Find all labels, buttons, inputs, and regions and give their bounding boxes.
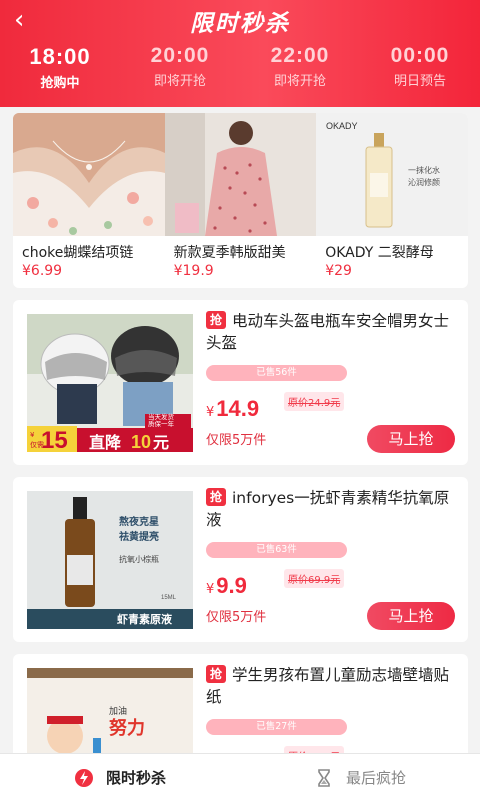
original-price: 原价69.9元 — [284, 569, 345, 588]
tab-slot-2200[interactable]: 22:00 即将开抢 — [240, 44, 360, 91]
tab-slot-2000[interactable]: 20:00 即将开抢 — [120, 44, 240, 91]
slot-time: 20:00 — [150, 44, 210, 67]
featured-item[interactable]: choke蝴蝶结项链 ¥6.99 — [13, 113, 165, 288]
hourglass-icon — [318, 768, 330, 787]
buy-now-button[interactable]: 马上抢 — [367, 425, 455, 453]
image-coupon-currency: ¥ — [30, 431, 35, 439]
lightning-icon — [74, 768, 93, 787]
product-card[interactable]: 熬夜克星 祛黄提亮 抗氧小棕瓶 15ML 虾青素原液 抢 inforyes一抚虾… — [13, 477, 468, 642]
product-name: inforyes一抚虾青素精华抗氧原液 — [206, 489, 450, 529]
dress-product-image — [164, 113, 317, 236]
product-name: 学生男孩布置儿童励志墙壁墙贴纸 — [206, 666, 450, 706]
image-footer: 虾青素原液 — [117, 612, 173, 626]
slot-time: 22:00 — [270, 44, 330, 67]
image-text-2: 加油 — [109, 705, 127, 717]
featured-price: ¥29 — [325, 263, 352, 279]
featured-name: 新款夏季韩版甜美 — [173, 245, 286, 261]
slot-status: 即将开抢 — [153, 74, 206, 89]
product-name: 电动车头盔电瓶车安全帽男女士头盔 — [206, 312, 450, 352]
image-line-2: 祛黄提亮 — [118, 530, 159, 543]
currency-symbol: ¥ — [206, 582, 215, 597]
sold-count-bar: 已售56件 — [206, 365, 347, 381]
image-badge-2: 质保一年 — [148, 419, 175, 428]
featured-item[interactable]: 新款夏季韩版甜美 ¥19.9 — [164, 113, 317, 288]
buy-now-button[interactable]: 马上抢 — [367, 602, 455, 630]
slot-status: 抢购中 — [40, 76, 80, 91]
featured-name: choke蝴蝶结项链 — [22, 245, 134, 261]
slot-time: 18:00 — [29, 44, 91, 69]
svg-text:一抹化水: 一抹化水 — [408, 165, 440, 175]
image-line-3: 抗氧小棕瓶 — [119, 554, 159, 564]
image-coupon-number: 15 — [41, 427, 68, 452]
currency-symbol: ¥ — [206, 405, 215, 420]
image-text-1: 努力 — [109, 717, 145, 739]
nav-tab-flash-sale[interactable]: 限时秒杀 — [0, 754, 240, 800]
tab-slot-0000[interactable]: 00:00 明日预告 — [360, 44, 480, 91]
image-line-1: 熬夜克星 — [119, 515, 159, 528]
nav-label: 最后疯抢 — [345, 769, 406, 787]
svg-text:沁润修颜: 沁润修颜 — [408, 177, 440, 187]
stock-limit: 仅限5万件 — [206, 433, 267, 448]
featured-item[interactable]: OKADY 一抹化水 沁润修颜 OKADY 二裂酵母 ¥29 — [316, 113, 468, 288]
featured-products: choke蝴蝶结项链 ¥6.99 新款夏季韩版甜美 ¥19.9 OKADY 一抹… — [13, 113, 468, 288]
sold-count-bar: 已售27件 — [206, 719, 347, 735]
necklace-product-image — [13, 113, 165, 236]
sale-price: ¥9.9 — [206, 573, 247, 599]
sold-count-bar: 已售63件 — [206, 542, 347, 558]
serum-product-image: 熬夜克星 祛黄提亮 抗氧小棕瓶 15ML 虾青素原液 — [27, 491, 193, 629]
helmet-product-image: 当天发货 质保一年 ¥ 仅需 15 直降 10 元 — [27, 314, 193, 452]
slot-status: 即将开抢 — [273, 74, 326, 89]
featured-name: OKADY 二裂酵母 — [325, 245, 434, 261]
time-slot-tabs: 18:00 抢购中 20:00 即将开抢 22:00 即将开抢 00:00 明日… — [0, 44, 480, 91]
sale-price: ¥14.9 — [206, 396, 259, 422]
slot-status: 明日预告 — [393, 74, 446, 89]
featured-price: ¥6.99 — [22, 263, 63, 279]
image-coupon-unit: 元 — [153, 433, 169, 452]
image-volume: 15ML — [161, 595, 177, 601]
price-value: 14.9 — [216, 396, 260, 421]
featured-price: ¥19.9 — [173, 263, 214, 279]
page-title: 限时秒杀 — [190, 11, 290, 37]
brand-text: OKADY — [326, 121, 358, 131]
image-coupon-number-2: 10 — [131, 432, 151, 452]
price-value: 9.9 — [216, 573, 247, 598]
slot-time: 00:00 — [390, 44, 450, 67]
flash-sale-header: ‹ 限时秒杀 18:00 抢购中 20:00 即将开抢 22:00 即将开抢 0… — [0, 0, 480, 107]
bottom-nav: 限时秒杀 最后疯抢 — [0, 753, 480, 800]
toner-product-image: OKADY 一抹化水 沁润修颜 — [316, 113, 468, 236]
image-coupon-label: 直降 — [89, 433, 122, 452]
tab-slot-1800[interactable]: 18:00 抢购中 — [0, 44, 120, 91]
stock-limit: 仅限5万件 — [206, 610, 267, 625]
nav-label: 限时秒杀 — [105, 769, 166, 787]
product-card[interactable]: 当天发货 质保一年 ¥ 仅需 15 直降 10 元 抢 电动车头盔电瓶车安全帽男… — [13, 300, 468, 465]
nav-tab-last-rush[interactable]: 最后疯抢 — [240, 754, 480, 800]
original-price: 原价24.9元 — [284, 392, 345, 411]
